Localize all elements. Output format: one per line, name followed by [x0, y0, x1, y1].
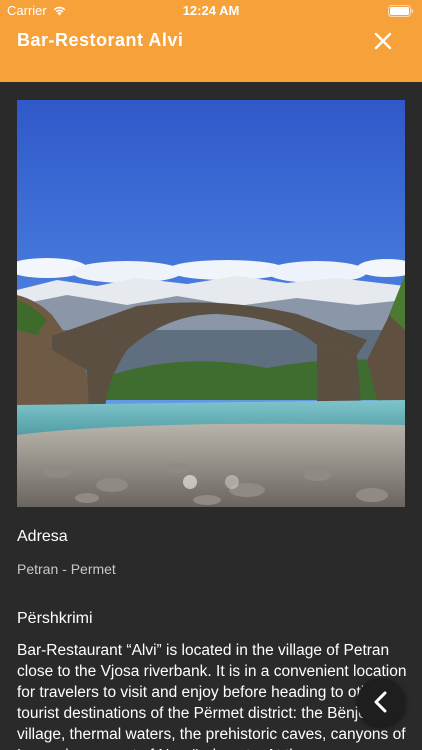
- header-bar: Carrier 12:24 AM Bar-Restorant Alvi: [0, 0, 422, 82]
- description-label: Përshkrimi: [17, 610, 93, 627]
- back-button[interactable]: [357, 678, 405, 726]
- close-icon[interactable]: [372, 30, 394, 52]
- page-title: Bar-Restorant Alvi: [17, 30, 184, 50]
- battery-icon: [388, 5, 414, 17]
- gallery-image[interactable]: [17, 100, 405, 507]
- chevron-left-icon: [374, 691, 387, 713]
- carousel-dot-1[interactable]: [183, 475, 197, 489]
- description-text: Bar-Restaurant “Alvi” is located in the …: [17, 642, 407, 750]
- address-value: Petran - Permet: [17, 561, 116, 577]
- status-time: 12:24 AM: [182, 3, 240, 18]
- carousel-dot-2[interactable]: [225, 475, 239, 489]
- carousel-dots: [17, 475, 405, 489]
- address-label: Adresa: [17, 528, 68, 545]
- status-bar: Carrier 12:24 AM: [0, 0, 422, 22]
- detail-screen: Carrier 12:24 AM Bar-Restorant Alvi Adre…: [0, 0, 422, 750]
- bridge-photo: [17, 100, 405, 507]
